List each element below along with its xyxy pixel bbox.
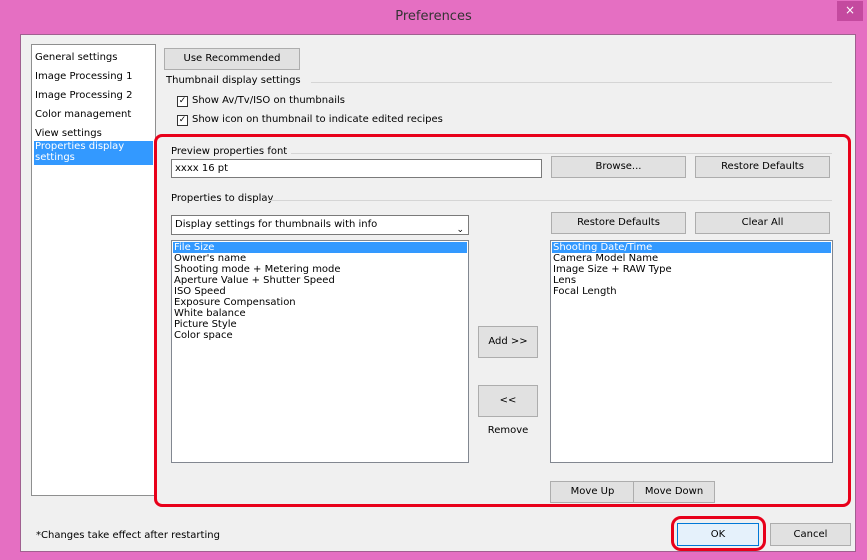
available-properties-list[interactable]: File Size Owner's name Shooting mode + Met… <box>171 240 469 463</box>
preview-font-label: Preview properties font <box>171 146 288 157</box>
show-icon-edited-label: Show icon on thumbnail to indicate edite… <box>192 114 443 125</box>
sidebar-item-properties-display-settings[interactable]: Properties display settings <box>34 141 153 165</box>
window-title: Preferences <box>395 9 472 24</box>
sidebar-item-view-settings[interactable]: View settings <box>34 128 153 139</box>
available-item[interactable]: White balance <box>173 308 467 319</box>
available-item[interactable]: Color space <box>173 330 467 341</box>
displayed-item[interactable]: Camera Model Name <box>552 253 831 264</box>
chevron-down-icon: ⌄ <box>456 225 464 235</box>
move-up-button[interactable]: Move Up <box>550 481 635 503</box>
clear-all-button[interactable]: Clear All <box>695 212 830 234</box>
available-item[interactable]: Aperture Value + Shutter Speed <box>173 275 467 286</box>
available-item[interactable]: Picture Style <box>173 319 467 330</box>
preferences-window: Preferences × General settings Image Pro… <box>0 0 867 560</box>
title-bar[interactable]: Preferences × <box>0 0 867 34</box>
available-item[interactable]: Owner's name <box>173 253 467 264</box>
group-divider <box>268 200 832 201</box>
show-av-tv-iso-label: Show Av/Tv/ISO on thumbnails <box>192 95 345 106</box>
sidebar-item-general-settings[interactable]: General settings <box>34 52 153 63</box>
restore-defaults-properties-button[interactable]: Restore Defaults <box>551 212 686 234</box>
browse-button[interactable]: Browse... <box>551 156 686 178</box>
properties-group-label: Properties to display <box>171 193 274 204</box>
move-down-button[interactable]: Move Down <box>633 481 715 503</box>
show-icon-edited-checkbox[interactable]: ✓ <box>177 115 188 126</box>
displayed-item[interactable]: Lens <box>552 275 831 286</box>
dropdown-value: Display settings for thumbnails with inf… <box>175 219 378 230</box>
group-divider <box>291 153 832 154</box>
sidebar-item-image-processing-2[interactable]: Image Processing 2 <box>34 90 153 101</box>
available-item[interactable]: File Size <box>173 242 467 253</box>
properties-display-dropdown[interactable]: Display settings for thumbnails with inf… <box>171 215 469 235</box>
available-item[interactable]: Exposure Compensation <box>173 297 467 308</box>
settings-category-list[interactable]: General settings Image Processing 1 Imag… <box>31 44 156 496</box>
dialog-body: General settings Image Processing 1 Imag… <box>20 34 856 552</box>
close-button[interactable]: × <box>837 1 863 21</box>
use-recommended-button[interactable]: Use Recommended <box>164 48 300 70</box>
ok-button[interactable]: OK <box>677 523 759 546</box>
displayed-properties-list[interactable]: Shooting Date/Time Camera Model Name Image… <box>550 240 833 463</box>
add-button[interactable]: Add >> <box>478 326 538 358</box>
displayed-item[interactable]: Image Size + RAW Type <box>552 264 831 275</box>
show-av-tv-iso-checkbox[interactable]: ✓ <box>177 96 188 107</box>
available-item[interactable]: Shooting mode + Metering mode <box>173 264 467 275</box>
cancel-button[interactable]: Cancel <box>770 523 851 546</box>
sidebar-item-color-management[interactable]: Color management <box>34 109 153 120</box>
thumbnail-settings-group-label: Thumbnail display settings <box>166 75 301 86</box>
restore-defaults-font-button[interactable]: Restore Defaults <box>695 156 830 178</box>
group-divider <box>311 82 832 83</box>
sidebar-item-image-processing-1[interactable]: Image Processing 1 <box>34 71 153 82</box>
remove-button[interactable]: << Remove <box>478 385 538 436</box>
close-icon: × <box>844 3 856 17</box>
displayed-item[interactable]: Focal Length <box>552 286 831 297</box>
available-item[interactable]: ISO Speed <box>173 286 467 297</box>
displayed-item[interactable]: Shooting Date/Time <box>552 242 831 253</box>
restart-note: *Changes take effect after restarting <box>36 530 220 541</box>
preview-font-field[interactable]: xxxx 16 pt <box>171 159 542 178</box>
